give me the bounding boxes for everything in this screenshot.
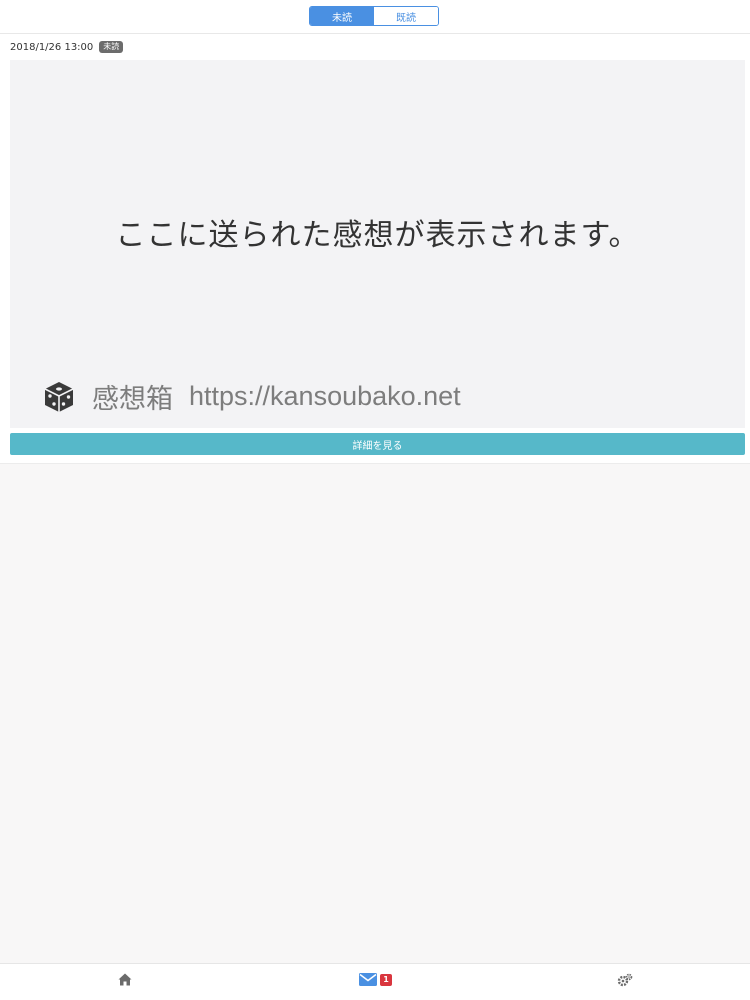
status-badge: 未読 xyxy=(99,41,124,53)
brand-url: https://kansoubako.net xyxy=(189,381,461,411)
message-card: 2018/1/26 13:00 未読 ここに送られた感想が表示されます。 感想箱… xyxy=(0,34,750,464)
message-preview-image: ここに送られた感想が表示されます。 感想箱 https://kansoubako… xyxy=(10,60,745,428)
dice-logo-icon xyxy=(44,381,74,412)
bottom-nav: 1 xyxy=(0,963,750,1000)
unread-count-badge: 1 xyxy=(380,973,392,986)
home-icon xyxy=(118,973,132,986)
message-meta: 2018/1/26 13:00 未読 xyxy=(10,41,124,53)
top-bar: 未読 既読 xyxy=(0,0,750,34)
nav-home[interactable] xyxy=(118,973,132,986)
message-timestamp: 2018/1/26 13:00 xyxy=(10,41,94,53)
brand-name: 感想箱 xyxy=(92,384,173,414)
nav-settings[interactable] xyxy=(617,973,633,987)
read-status-segmented-control: 未読 既読 xyxy=(309,6,439,26)
envelope-icon xyxy=(359,973,377,986)
brand-watermark: 感想箱 https://kansoubako.net xyxy=(42,377,461,416)
tab-unread[interactable]: 未読 xyxy=(310,7,374,25)
gears-icon xyxy=(617,973,633,987)
nav-messages[interactable]: 1 xyxy=(359,973,392,986)
preview-text: ここに送られた感想が表示されます。 xyxy=(115,218,640,253)
view-details-button[interactable]: 詳細を見る xyxy=(10,433,745,455)
tab-read[interactable]: 既読 xyxy=(374,7,438,25)
app-page: 未読 既読 2018/1/26 13:00 未読 ここに送られた感想が表示されま… xyxy=(0,0,750,1000)
